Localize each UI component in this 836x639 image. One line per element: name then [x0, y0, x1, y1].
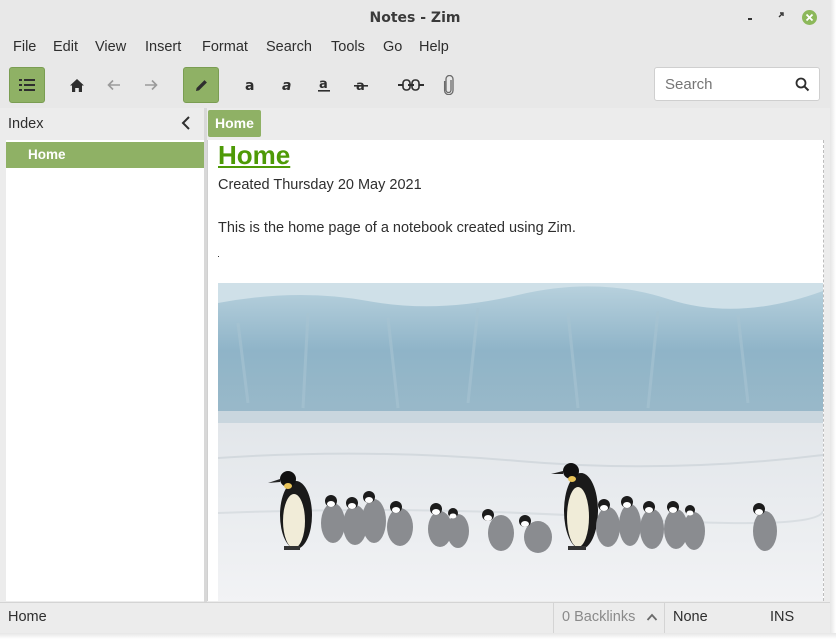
menu-help[interactable]: Help: [419, 39, 449, 55]
menu-search[interactable]: Search: [266, 39, 312, 55]
attach-file-button[interactable]: [431, 67, 467, 103]
svg-text:a: a: [319, 77, 328, 92]
forward-button[interactable]: [133, 67, 169, 103]
penguin-photo[interactable]: [218, 283, 823, 601]
toolbar: a a a a: [0, 62, 830, 108]
menu-tools[interactable]: Tools: [331, 39, 365, 55]
home-button[interactable]: [59, 67, 95, 103]
paperclip-icon: [443, 75, 454, 95]
svg-text:a: a: [282, 78, 291, 93]
index-panel-header: Index: [6, 108, 204, 140]
toggle-index-button[interactable]: [9, 67, 45, 103]
arrow-left-icon: [107, 79, 120, 91]
status-bar: Home 0 Backlinks None INS: [0, 602, 830, 633]
svg-text:a: a: [245, 78, 254, 93]
bold-icon: a: [245, 78, 254, 93]
status-style: None: [673, 609, 708, 625]
search-input[interactable]: [665, 76, 785, 93]
home-icon: [70, 78, 84, 92]
menu-insert[interactable]: Insert: [145, 39, 181, 55]
path-bar: Home: [207, 108, 830, 138]
back-button[interactable]: [96, 67, 132, 103]
strikethrough-button[interactable]: a: [343, 67, 379, 103]
italic-icon: a: [282, 78, 291, 93]
index-panel: Index Home: [6, 108, 204, 601]
pencil-icon: [195, 79, 207, 91]
index-item-home[interactable]: Home: [6, 142, 204, 168]
maximize-button[interactable]: [773, 10, 789, 26]
zim-window: Notes - Zim File Edit View Insert Format…: [0, 0, 836, 639]
window-title: Notes - Zim: [369, 10, 461, 26]
bold-button[interactable]: a: [232, 67, 268, 103]
window-shadow-right: [830, 0, 836, 639]
chevron-up-icon: [646, 613, 658, 621]
text-cursor-mark: [218, 256, 219, 257]
arrow-right-icon: [145, 79, 158, 91]
status-page-name: Home: [8, 609, 47, 625]
underline-icon: a: [318, 77, 330, 92]
insert-link-button[interactable]: [393, 67, 429, 103]
title-bar: Notes - Zim: [0, 0, 830, 36]
backlinks-button[interactable]: 0 Backlinks: [553, 603, 665, 633]
maximize-icon: [778, 12, 784, 18]
status-insert-mode: INS: [770, 609, 795, 625]
edit-mode-button[interactable]: [183, 67, 219, 103]
chevron-left-icon[interactable]: [180, 115, 192, 131]
menu-format[interactable]: Format: [202, 39, 248, 55]
menu-edit[interactable]: Edit: [53, 39, 78, 55]
page-paragraph: This is the home page of a notebook crea…: [218, 220, 576, 236]
minimize-button[interactable]: [742, 10, 758, 26]
search-box: [654, 67, 820, 101]
page-heading: Home: [218, 140, 291, 170]
italic-button[interactable]: a: [269, 67, 305, 103]
backlinks-label: 0 Backlinks: [562, 609, 636, 625]
menu-file[interactable]: File: [13, 39, 36, 55]
link-icon: [398, 79, 424, 91]
menu-view[interactable]: View: [95, 39, 126, 55]
close-button[interactable]: [802, 10, 817, 25]
search-icon[interactable]: [795, 77, 810, 92]
close-icon: [805, 13, 814, 22]
list-icon: [19, 79, 35, 91]
index-panel-title: Index: [8, 116, 44, 132]
underline-button[interactable]: a: [306, 67, 342, 103]
page-editor[interactable]: Home Created Thursday 20 May 2021 This i…: [207, 140, 824, 601]
created-date: Created Thursday 20 May 2021: [218, 177, 422, 193]
index-item-label: Home: [28, 147, 66, 162]
menu-bar: File Edit View Insert Format Search Tool…: [0, 36, 830, 62]
minimize-icon: [748, 18, 752, 20]
menu-go[interactable]: Go: [383, 39, 402, 55]
strikethrough-icon: a: [354, 79, 368, 93]
window-shadow-bottom: [0, 633, 836, 639]
breadcrumb-home[interactable]: Home: [208, 110, 261, 137]
